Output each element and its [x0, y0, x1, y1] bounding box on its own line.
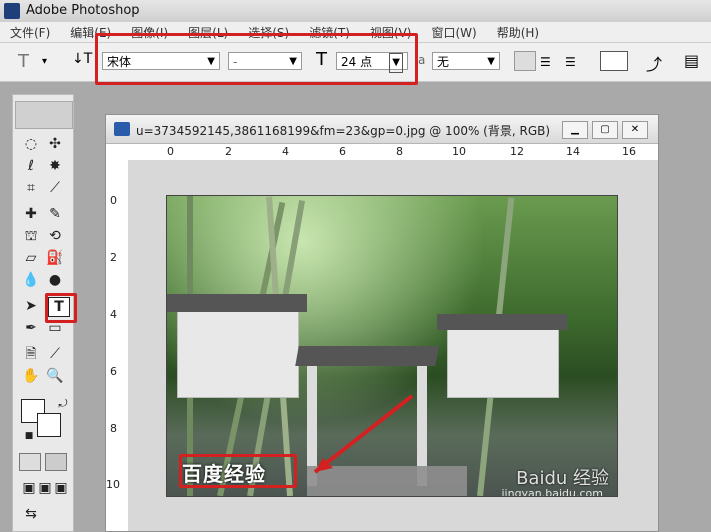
ruler-h-label: 0: [167, 145, 174, 158]
chevron-down-icon: ▼: [389, 53, 403, 73]
menu-file[interactable]: 文件(F): [0, 22, 60, 42]
ruler-h-label: 16: [622, 145, 636, 158]
ruler-h-label: 8: [396, 145, 403, 158]
vertical-ruler: 0 2 4 6 8 10: [106, 160, 129, 531]
zoom-tool-icon[interactable]: 🔍: [45, 367, 65, 385]
arrow-icon: [313, 394, 414, 474]
font-size-select[interactable]: 24 点 ▼: [336, 52, 408, 73]
ruler-v-label: 4: [110, 308, 117, 321]
document-title-bar[interactable]: u=3734592145,3861168199&fm=23&gp=0.jpg @…: [106, 115, 658, 144]
blur-tool-icon[interactable]: 💧: [21, 271, 41, 289]
ruler-v-label: 2: [110, 251, 117, 264]
jump-to-imageready-icon[interactable]: ⇆: [21, 505, 41, 523]
menu-layer[interactable]: 图层(L): [178, 22, 238, 42]
align-right-icon[interactable]: ☰: [565, 55, 576, 69]
tool-header-logo: [15, 101, 73, 129]
shape-tool-icon[interactable]: ▭: [45, 319, 65, 337]
ruler-v-label: 0: [110, 194, 117, 207]
background-color-swatch[interactable]: [37, 413, 61, 437]
title-bar: Adobe Photoshop: [0, 0, 711, 23]
canvas-area[interactable]: 百度经验 Baidu 经验 jingyan.baidu.com: [128, 160, 658, 531]
font-family-value: 宋体: [107, 55, 132, 69]
healing-brush-icon[interactable]: ✚: [21, 205, 41, 223]
baidu-watermark-url: jingyan.baidu.com: [501, 487, 603, 497]
menu-edit[interactable]: 编辑(E): [60, 22, 121, 42]
tool-preset-icon[interactable]: T: [18, 51, 29, 72]
default-colors-icon[interactable]: ■: [19, 427, 39, 445]
history-brush-icon[interactable]: ⟲: [45, 227, 65, 245]
font-family-select[interactable]: 宋体 ▼: [102, 52, 220, 70]
app-title: Adobe Photoshop: [26, 3, 140, 18]
font-style-value: -: [233, 55, 238, 69]
font-style-select[interactable]: - ▼: [228, 52, 302, 70]
text-orientation-icon[interactable]: ↓T: [72, 51, 92, 67]
document-window: u=3734592145,3861168199&fm=23&gp=0.jpg @…: [105, 114, 659, 532]
align-left-icon[interactable]: [514, 51, 536, 71]
options-bar: T ▾ ↓T 宋体 ▼ - ▼ T 24 点 ▼ a 无 ▼ ☰ ☰ ⤴ ▤: [0, 43, 711, 82]
type-tool-icon[interactable]: T: [48, 297, 70, 317]
anti-alias-select[interactable]: 无 ▼: [432, 52, 500, 70]
chevron-down-icon: ▼: [289, 56, 297, 67]
document-title: u=3734592145,3861168199&fm=23&gp=0.jpg @…: [136, 124, 551, 138]
anti-alias-icon: a: [418, 53, 426, 67]
ruler-h-label: 2: [225, 145, 232, 158]
crop-tool-icon[interactable]: ⌗: [21, 179, 41, 197]
pen-tool-icon[interactable]: ✒: [21, 319, 41, 337]
minimize-button[interactable]: ▁: [562, 121, 588, 139]
menu-window[interactable]: 窗口(W): [421, 22, 486, 42]
hand-tool-icon[interactable]: ✋: [21, 367, 41, 385]
swap-colors-icon[interactable]: ⤾: [53, 395, 73, 413]
menu-select[interactable]: 选择(S): [238, 22, 299, 42]
palettes-icon[interactable]: ▤: [684, 51, 699, 70]
maximize-button[interactable]: ▢: [592, 121, 618, 139]
menu-view[interactable]: 视图(V): [360, 22, 422, 42]
align-center-icon[interactable]: ☰: [540, 55, 551, 69]
menu-help[interactable]: 帮助(H): [487, 22, 549, 42]
warp-text-icon[interactable]: ⤴: [646, 51, 662, 75]
ruler-h-label: 10: [452, 145, 466, 158]
move-tool-icon[interactable]: ✣: [45, 135, 65, 153]
paint-bucket-icon[interactable]: ⛽: [45, 249, 65, 267]
ruler-h-label: 12: [510, 145, 524, 158]
chevron-down-icon: ▼: [487, 56, 495, 67]
ruler-v-label: 6: [110, 365, 117, 378]
ruler-h-label: 14: [566, 145, 580, 158]
photoshop-icon: [4, 3, 20, 19]
eraser-tool-icon[interactable]: ▱: [21, 249, 41, 267]
standard-mode-icon[interactable]: [19, 453, 41, 471]
ruler-h-label: 6: [339, 145, 346, 158]
menu-image[interactable]: 图像(I): [121, 22, 178, 42]
notes-tool-icon[interactable]: 🗎: [21, 345, 41, 363]
horizontal-ruler: 0 2 4 6 8 10 12 14 16: [128, 144, 658, 161]
ruler-h-label: 4: [282, 145, 289, 158]
menu-filter[interactable]: 滤镜(T): [299, 22, 360, 42]
quick-mask-icon[interactable]: [45, 453, 67, 471]
text-color-swatch[interactable]: [600, 51, 628, 71]
screen-mode-full-icon[interactable]: ▣: [51, 479, 71, 497]
slice-tool-icon[interactable]: ⟋: [45, 179, 65, 197]
tool-preset-caret-icon[interactable]: ▾: [42, 56, 47, 67]
anti-alias-value: 无: [437, 55, 450, 69]
ruler-v-label: 8: [110, 422, 117, 435]
font-size-icon: T: [316, 49, 327, 70]
document-icon: [114, 122, 130, 136]
eyedropper-tool-icon[interactable]: ⟋: [45, 345, 65, 363]
dodge-tool-icon[interactable]: ●: [45, 271, 65, 289]
magic-wand-tool-icon[interactable]: ✸: [45, 157, 65, 175]
clone-stamp-icon[interactable]: ⛫: [21, 227, 41, 245]
marquee-tool-icon[interactable]: ◌: [21, 135, 41, 153]
tools-panel: ◌ ✣ ℓ ✸ ⌗ ⟋ ✚ ✎ ⛫ ⟲ ▱ ⛽ 💧 ● ➤ T ✒ ▭ 🗎 ⟋ …: [12, 94, 74, 532]
brush-tool-icon[interactable]: ✎: [45, 205, 65, 223]
document-image[interactable]: 百度经验 Baidu 经验 jingyan.baidu.com: [166, 195, 618, 497]
ruler-v-label: 10: [106, 478, 120, 491]
close-button[interactable]: ✕: [622, 121, 648, 139]
lasso-tool-icon[interactable]: ℓ: [21, 157, 41, 175]
menu-bar: 文件(F) 编辑(E) 图像(I) 图层(L) 选择(S) 滤镜(T) 视图(V…: [0, 22, 711, 43]
chevron-down-icon: ▼: [207, 56, 215, 67]
font-size-value: 24 点: [341, 55, 373, 69]
path-selection-icon[interactable]: ➤: [21, 297, 41, 315]
